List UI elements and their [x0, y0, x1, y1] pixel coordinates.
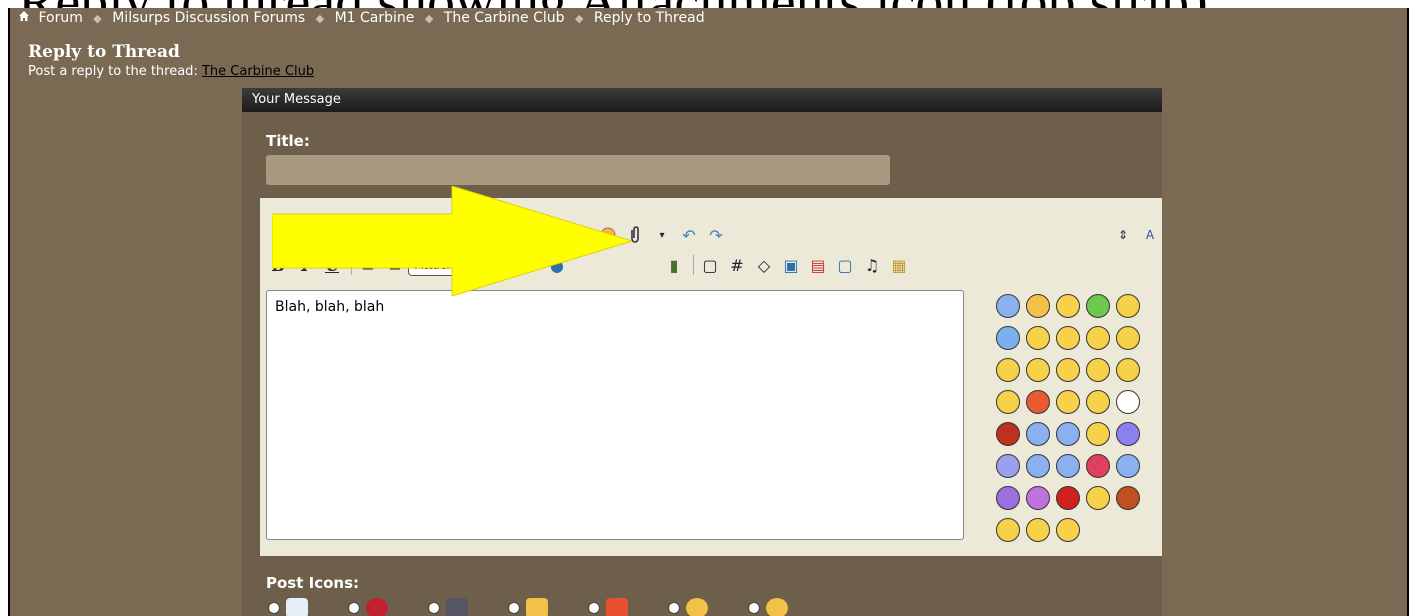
- title-label: Title:: [266, 132, 310, 150]
- smiley-icon[interactable]: [1026, 390, 1050, 414]
- radio-button[interactable]: [748, 602, 760, 614]
- radio-button[interactable]: [588, 602, 600, 614]
- smiley-icon[interactable]: [1056, 518, 1080, 542]
- smiley-icon[interactable]: [1026, 294, 1050, 318]
- smiley-icon[interactable]: [996, 294, 1020, 318]
- breadcrumb-separator-icon: ◆: [93, 11, 102, 25]
- page-description: Post a reply to the thread: The Carbine …: [28, 64, 314, 79]
- smiley-icon[interactable]: [1056, 358, 1080, 382]
- smiley-icon[interactable]: [1116, 358, 1140, 382]
- grin-icon: [766, 598, 788, 616]
- smiley-icon[interactable]: [1026, 454, 1050, 478]
- radio-button[interactable]: [508, 602, 520, 614]
- breadcrumb-separator-icon: ◆: [574, 11, 584, 25]
- post-icons-row: [268, 598, 788, 616]
- smiley-icon[interactable]: [996, 422, 1020, 446]
- message-panel: Your Message Title: ▾ ↶ ↷ ⇕ A ● ▮ ▢ # ◇ …: [242, 88, 1162, 616]
- message-textarea[interactable]: Blah, blah, blah: [266, 290, 964, 540]
- chevron-down-icon[interactable]: ▾: [650, 223, 674, 247]
- youtube-icon[interactable]: ▤: [806, 253, 830, 277]
- image-icon[interactable]: ▣: [779, 253, 803, 277]
- smiley-icon[interactable]: [1026, 518, 1050, 542]
- no-sign-icon: [366, 598, 388, 616]
- smiley-icon[interactable]: [1026, 326, 1050, 350]
- photo-icon[interactable]: ▢: [833, 253, 857, 277]
- smiley-icon[interactable]: [1086, 358, 1110, 382]
- emoticon-panel-icon[interactable]: ▦: [887, 253, 911, 277]
- resize-icon[interactable]: ⇕: [1111, 223, 1135, 247]
- breadcrumb-forum[interactable]: Forum: [38, 10, 82, 26]
- smiley-icon[interactable]: [1086, 326, 1110, 350]
- face-icon: [446, 598, 468, 616]
- smiley-icon[interactable]: [996, 486, 1020, 510]
- smiley-icon[interactable]: [1086, 486, 1110, 510]
- breadcrumb: Forum ◆ Milsurps Discussion Forums ◆ M1 …: [18, 10, 705, 32]
- undo-icon[interactable]: ↶: [677, 223, 701, 247]
- smiley-icon[interactable]: [1086, 294, 1110, 318]
- title-input[interactable]: [266, 155, 890, 185]
- smiley-icon[interactable]: [1056, 294, 1080, 318]
- smiley-icon[interactable]: [996, 390, 1020, 414]
- document-icon: [286, 598, 308, 616]
- smiley-icon[interactable]: [1056, 454, 1080, 478]
- post-icon-option[interactable]: [508, 598, 548, 616]
- breadcrumb-reply: Reply to Thread: [593, 10, 705, 26]
- breadcrumb-milsurps[interactable]: Milsurps Discussion Forums: [112, 10, 305, 26]
- post-icon-option[interactable]: [348, 598, 388, 616]
- post-icon-option[interactable]: [428, 598, 468, 616]
- hash-icon[interactable]: #: [725, 253, 749, 277]
- forum-screen: Forum ◆ Milsurps Discussion Forums ◆ M1 …: [8, 8, 1409, 616]
- radio-button[interactable]: [348, 602, 360, 614]
- breadcrumb-separator-icon: ◆: [424, 11, 434, 25]
- smiley-icon[interactable]: [1086, 454, 1110, 478]
- smiley-icon[interactable]: [1086, 390, 1110, 414]
- smiley-icon[interactable]: [1116, 390, 1140, 414]
- smiley-icon[interactable]: [1026, 358, 1050, 382]
- smiley-icon[interactable]: [1056, 326, 1080, 350]
- radio-button[interactable]: [268, 602, 280, 614]
- smiley-icon[interactable]: [996, 518, 1020, 542]
- toolbar-divider: [693, 255, 694, 275]
- thumbs-up-icon: [526, 598, 548, 616]
- radio-button[interactable]: [668, 602, 680, 614]
- breadcrumb-separator-icon: ◆: [315, 11, 325, 25]
- smilies-panel: [996, 294, 1156, 548]
- smiley-icon[interactable]: [1056, 486, 1080, 510]
- smiley-icon[interactable]: [1116, 454, 1140, 478]
- smiley-icon[interactable]: [1116, 422, 1140, 446]
- smiley-icon[interactable]: [1116, 294, 1140, 318]
- post-icons-label: Post Icons:: [266, 574, 360, 592]
- smiley-icon[interactable]: [1026, 486, 1050, 510]
- wink-icon: [686, 598, 708, 616]
- page-description-prefix: Post a reply to the thread:: [28, 64, 198, 79]
- annotation-arrow-icon: [272, 186, 632, 296]
- post-icon-option[interactable]: [588, 598, 628, 616]
- code-icon[interactable]: ◇: [752, 253, 776, 277]
- music-icon[interactable]: ♫: [860, 253, 884, 277]
- quote-icon[interactable]: ▢: [698, 253, 722, 277]
- smiley-icon[interactable]: [1116, 326, 1140, 350]
- post-icon-option[interactable]: [668, 598, 708, 616]
- radio-button[interactable]: [428, 602, 440, 614]
- page-title: Reply to Thread: [28, 42, 180, 62]
- redo-icon[interactable]: ↷: [704, 223, 728, 247]
- breadcrumb-carbine-club[interactable]: The Carbine Club: [444, 10, 565, 26]
- smiley-icon[interactable]: [1056, 390, 1080, 414]
- switch-editor-icon[interactable]: A: [1138, 223, 1162, 247]
- post-icon-option[interactable]: [268, 598, 308, 616]
- smiley-icon[interactable]: [996, 358, 1020, 382]
- post-icon-option[interactable]: [748, 598, 788, 616]
- smiley-icon[interactable]: [996, 454, 1020, 478]
- smiley-icon[interactable]: [1056, 422, 1080, 446]
- home-icon[interactable]: [18, 10, 34, 26]
- video-icon[interactable]: ▮: [662, 253, 686, 277]
- smiley-icon[interactable]: [996, 326, 1020, 350]
- thumbs-down-icon: [606, 598, 628, 616]
- panel-header: Your Message: [242, 88, 1162, 112]
- smiley-icon[interactable]: [1086, 422, 1110, 446]
- thread-link[interactable]: The Carbine Club: [202, 64, 314, 79]
- smiley-icon[interactable]: [1116, 486, 1140, 510]
- smiley-icon[interactable]: [1026, 422, 1050, 446]
- breadcrumb-m1-carbine[interactable]: M1 Carbine: [335, 10, 415, 26]
